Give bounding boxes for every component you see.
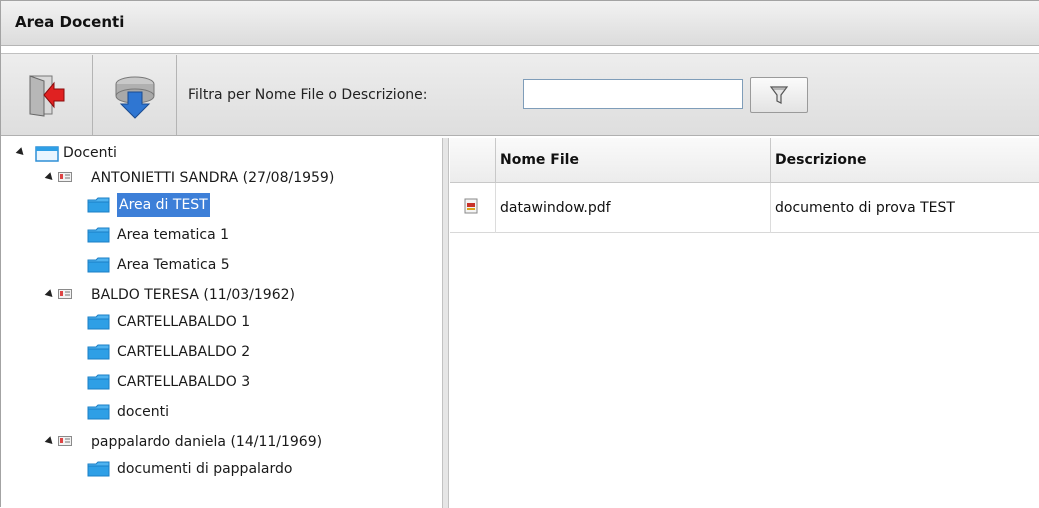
tree-node-label: CARTELLABALDO 2 — [117, 344, 251, 360]
pane-splitter[interactable] — [442, 138, 449, 508]
folder-icon — [87, 404, 110, 420]
pdf-file-icon — [464, 198, 478, 214]
folder-icon — [87, 197, 110, 213]
column-header-descrizione[interactable]: Descrizione — [771, 138, 1039, 183]
files-grid: Nome File Descrizione datawindow.pdf doc… — [450, 138, 1039, 508]
tree-node-label: documenti di pappalardo — [117, 461, 293, 477]
folder-icon — [87, 314, 110, 330]
tree-node-label: pappalardo daniela (14/11/1969) — [91, 434, 323, 450]
filter-input[interactable] — [523, 79, 743, 109]
folder-icon — [87, 227, 110, 243]
grid-header: Nome File Descrizione — [450, 138, 1039, 183]
exit-door-icon — [29, 75, 64, 117]
tree-node-label: Area Tematica 5 — [117, 257, 230, 273]
expand-toggle-icon[interactable] — [44, 289, 56, 300]
file-icon-cell — [450, 183, 496, 233]
table-row[interactable]: datawindow.pdf documento di prova TEST — [450, 183, 1039, 233]
folder-icon — [87, 344, 110, 360]
file-name-cell: datawindow.pdf — [496, 183, 771, 233]
filter-label: Filtra per Nome File o Descrizione: — [188, 87, 428, 103]
download-disk-icon — [115, 76, 154, 119]
tree-node-label: ANTONIETTI SANDRA (27/08/1959) — [91, 170, 335, 186]
teacher-card-icon — [58, 172, 72, 182]
folder-icon — [87, 374, 110, 390]
tree-node-label: CARTELLABALDO 3 — [117, 374, 251, 390]
tree-node-folder[interactable]: documenti di pappalardo — [1, 138, 442, 477]
teacher-card-icon — [58, 436, 72, 446]
expand-toggle-icon[interactable] — [44, 172, 56, 183]
tree-node-label: CARTELLABALDO 1 — [117, 314, 251, 330]
tree-node-label: Area di TEST — [117, 193, 210, 217]
download-button[interactable] — [93, 55, 177, 135]
title-bar: Area Docenti — [1, 1, 1039, 46]
filter-button[interactable] — [750, 77, 808, 113]
column-header-nome-file[interactable]: Nome File — [496, 138, 771, 183]
teacher-card-icon — [58, 289, 72, 299]
tree-node-label: docenti — [117, 404, 170, 420]
file-description-cell: documento di prova TEST — [775, 200, 955, 216]
window-title: Area Docenti — [15, 13, 125, 31]
tree-node-label: BALDO TERESA (11/03/1962) — [91, 287, 295, 303]
folder-icon — [87, 257, 110, 273]
folder-tree: Docenti ANTONIETTI SANDRA (27/08/1959) Are… — [1, 138, 442, 508]
toolbar: Filtra per Nome File o Descrizione: — [1, 53, 1039, 136]
expand-toggle-icon[interactable] — [44, 436, 56, 447]
area-docenti-window: Area Docenti Filtra per Nome File o Desc… — [0, 0, 1039, 508]
tree-node-label: Area tematica 1 — [117, 227, 229, 243]
exit-button[interactable] — [1, 55, 93, 135]
funnel-icon — [769, 86, 789, 104]
folder-icon — [87, 461, 110, 477]
icon-column-header — [450, 138, 496, 183]
